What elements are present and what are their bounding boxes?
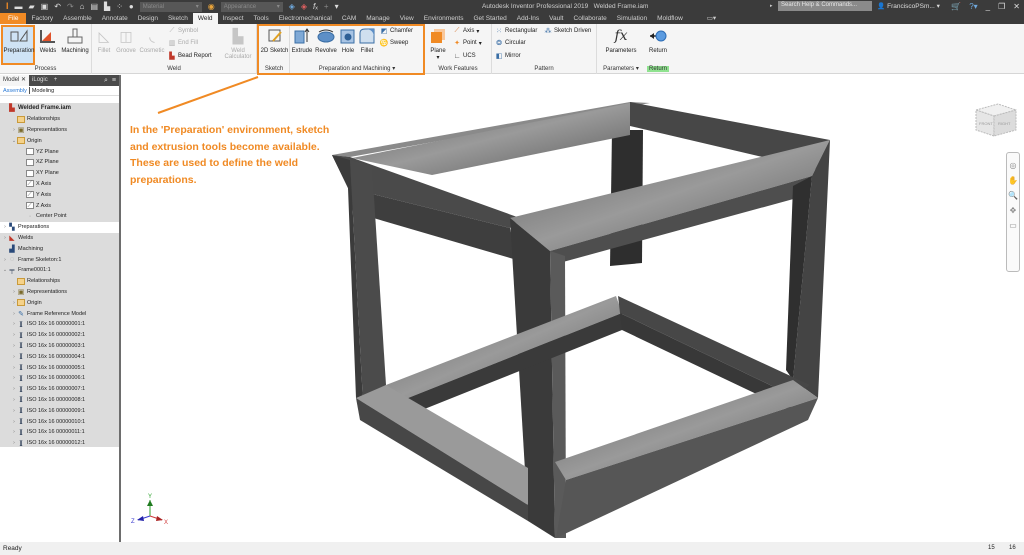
- x-axis-arrow: [156, 516, 163, 521]
- status-text: Ready: [3, 545, 22, 552]
- frame-member-bottom-right: [618, 296, 810, 396]
- status-count-occurrences: 15: [988, 545, 995, 551]
- frame-member-bottom-back-face: [398, 313, 622, 418]
- callout-leader-line: [157, 76, 259, 114]
- viewcube-right-label: RIGHT: [998, 121, 1011, 126]
- navigation-bar: ◎ ✋ 🔍 ✥ ▭: [1006, 152, 1020, 272]
- z-axis-arrow: [137, 516, 144, 521]
- callout-text: In the 'Preparation' environment, sketch…: [130, 124, 330, 186]
- coordinate-triad: Y Z X: [131, 494, 168, 526]
- frame-model[interactable]: [0, 0, 1024, 555]
- steering-wheel-icon[interactable]: ◎: [1010, 161, 1017, 170]
- orbit-icon[interactable]: ✥: [1010, 206, 1017, 215]
- y-axis-label: Y: [148, 494, 152, 500]
- z-axis-label: Z: [131, 519, 135, 525]
- status-count-documents: 16: [1009, 545, 1016, 551]
- y-axis-arrow: [147, 500, 153, 506]
- viewcube-front-label: FRONT: [979, 121, 993, 126]
- frame-member-top-back-face: [352, 103, 630, 175]
- x-axis-label: X: [164, 520, 168, 526]
- look-at-icon[interactable]: ▭: [1009, 221, 1017, 230]
- pan-icon[interactable]: ✋: [1008, 176, 1018, 185]
- status-bar: Ready 15 16: [0, 542, 1024, 555]
- viewcube[interactable]: FRONT RIGHT: [972, 100, 1020, 140]
- zoom-icon[interactable]: 🔍: [1008, 191, 1018, 200]
- frame-member-bottom-back: [386, 296, 622, 402]
- frame-member-bottom-left: [356, 385, 528, 505]
